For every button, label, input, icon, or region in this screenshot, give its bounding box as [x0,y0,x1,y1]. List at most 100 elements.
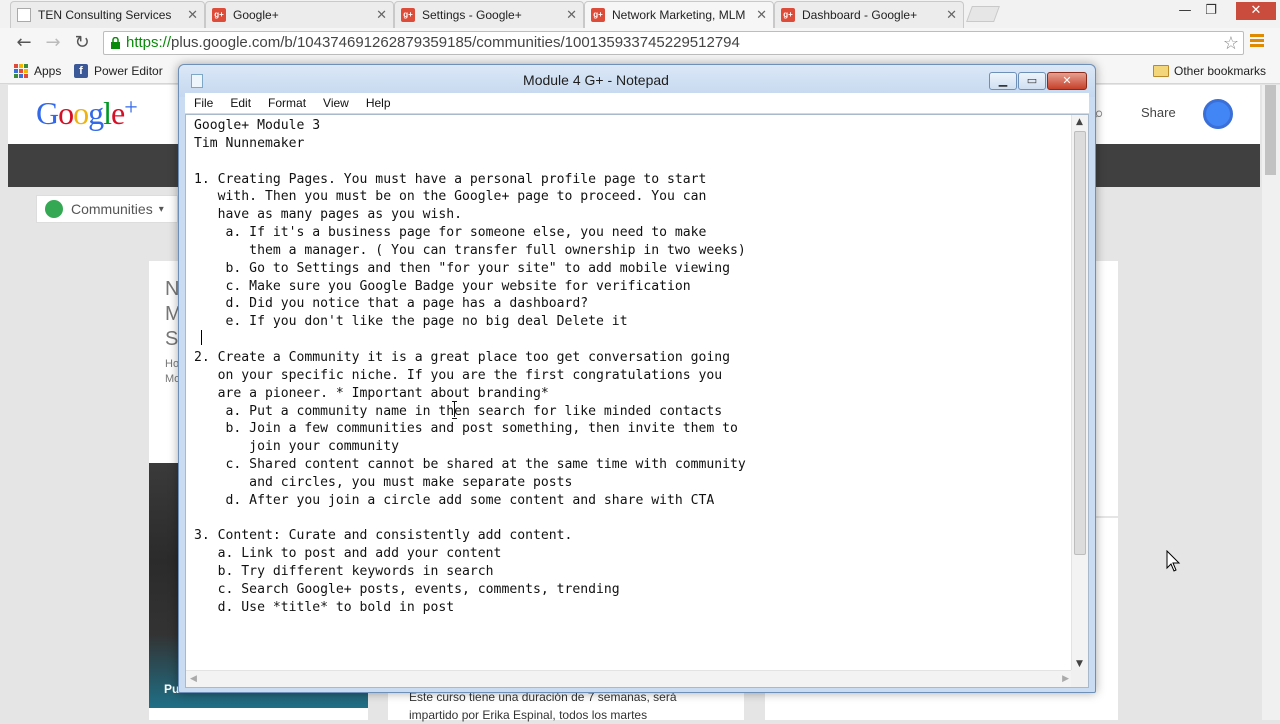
notepad-menu-bar: File Edit Format View Help [185,93,1089,113]
text-line: d. Did you notice that a page has a dash… [194,296,589,312]
scroll-up-icon[interactable]: ▲ [1076,117,1083,127]
text-line: 3. Content: Curate and consistently add … [194,528,573,544]
communities-label: Communities [71,201,153,217]
close-icon[interactable]: ✕ [376,7,387,23]
vertical-scrollbar[interactable]: ▲ ▼ [1071,115,1088,671]
maximize-button[interactable]: ▭ [1018,72,1046,90]
post-text-line: impartido por Erika Espinal, todos los m… [409,708,648,722]
scroll-right-icon[interactable]: ▶ [1062,674,1069,684]
text-line: d. After you join a circle add some cont… [194,492,715,508]
text-line: and circles, you must make separate post… [194,474,573,490]
tab-label: Settings - Google+ [422,8,522,22]
scroll-down-icon[interactable]: ▼ [1076,659,1083,669]
menu-format[interactable]: Format [268,96,306,110]
text-line: Tim Nunnemaker [194,135,305,151]
lock-icon [111,37,120,49]
menu-edit[interactable]: Edit [230,96,251,110]
tab-network-marketing[interactable]: g+ Network Marketing, MLM ✕ [584,1,774,28]
notifications-icon[interactable] [1203,99,1233,129]
text-line: c. Make sure you Google Badge your websi… [194,278,691,294]
chevron-down-icon: ▾ [158,203,164,215]
bookmark-star-icon[interactable]: ☆ [1223,32,1239,54]
reload-icon[interactable]: ↻ [71,32,93,54]
close-icon[interactable]: ✕ [566,7,577,23]
vertical-scrollbar-thumb[interactable] [1074,131,1086,555]
doc-icon [17,8,31,22]
apps-grid-icon [14,64,28,78]
restore-icon[interactable]: ❐ [1198,2,1224,20]
menu-view[interactable]: View [323,96,349,110]
close-icon[interactable]: ✕ [187,7,198,23]
forward-icon[interactable]: → [42,32,64,54]
text-line: Google+ Module 3 [194,118,321,133]
window-close-icon[interactable]: ✕ [1236,2,1276,20]
gplus-icon: g+ [212,8,226,22]
tab-label: Google+ [233,8,279,22]
google-plus-logo[interactable]: Google+ [36,95,138,132]
text-line: b. Join a few communities and post somet… [194,421,738,437]
bookmark-label: Power Editor [94,64,163,78]
text-line [194,153,1064,171]
post-text: Este curso tiene una duración de 7 seman… [409,688,729,724]
close-button[interactable]: ✕ [1047,72,1087,90]
back-icon[interactable]: ← [13,32,35,54]
close-icon[interactable]: ✕ [756,7,767,23]
text-line: have as many pages as you wish. [194,207,463,223]
bookmark-power-editor[interactable]: f Power Editor [74,62,163,80]
tab-settings-google-plus[interactable]: g+ Settings - Google+ ✕ [394,1,584,28]
tab-ten-consulting[interactable]: TEN Consulting Services ✕ [10,1,205,28]
tab-label: Network Marketing, MLM [612,8,746,22]
mouse-pointer-icon [1166,550,1181,572]
menu-file[interactable]: File [194,96,213,110]
address-bar[interactable]: https://plus.google.com/b/10437469126287… [103,31,1244,55]
menu-help[interactable]: Help [366,96,391,110]
page-scrollbar[interactable] [1262,85,1280,720]
tab-google-plus[interactable]: g+ Google+ ✕ [205,1,394,28]
gplus-icon: g+ [781,8,795,22]
text-line: 1. Creating Pages. You must have a perso… [194,171,707,187]
text-line: c. Shared content cannot be shared at th… [194,457,746,473]
community-title-fragment: S [165,328,179,350]
page-scrollbar-thumb[interactable] [1265,85,1276,175]
text-line: join your community [194,439,399,455]
notepad-window: Module 4 G+ - Notepad ▁ ▭ ✕ File Edit Fo… [178,64,1096,693]
tab-strip: TEN Consulting Services ✕ g+ Google+ ✕ g… [0,0,1280,28]
bookmark-apps[interactable]: Apps [14,62,61,80]
text-editor[interactable]: Google+ Module 3 Tim Nunnemaker 1. Creati… [185,114,1089,688]
text-line: 2. Create a Community it is a great plac… [194,349,731,365]
text-line: a. Put a community name in then search f… [194,403,723,419]
text-line: b. Go to Settings and then "for your sit… [194,260,731,276]
tab-dashboard-google-plus[interactable]: g+ Dashboard - Google+ ✕ [774,1,964,28]
url-protocol: https:// [126,34,172,51]
folder-icon [1153,65,1169,77]
chrome-menu-icon[interactable] [1250,34,1264,48]
text-line: a. If it's a business page for someone e… [194,225,707,241]
minimize-button[interactable]: ▁ [989,72,1017,90]
text-line: b. Try different keywords in search [194,564,494,580]
close-icon[interactable]: ✕ [946,7,957,23]
text-line: on your specific niche. If you are the f… [194,367,723,383]
text-line: a. Link to post and add your content [194,546,502,562]
text-line: e. If you don't like the page no big dea… [194,314,628,330]
url-text: plus.google.com/b/104374691262879359185/… [171,34,740,51]
minimize-icon[interactable]: — [1172,2,1198,20]
communities-dropdown[interactable]: Communities ▾ [36,195,178,223]
communities-icon [45,200,63,218]
text-line [194,331,1064,349]
horizontal-scrollbar[interactable]: ◀ ▶ [186,670,1073,687]
text-line: them a manager. ( You can transfer full … [194,242,746,258]
resize-grip-icon[interactable] [1071,670,1088,687]
share-button[interactable]: Share [1141,105,1176,120]
text-line: with. Then you must be on the Google+ pa… [194,189,707,205]
gplus-icon: g+ [591,8,605,22]
bookmark-other[interactable]: Other bookmarks [1153,62,1266,80]
new-tab-button[interactable] [966,6,1000,22]
document-text[interactable]: Google+ Module 3 Tim Nunnemaker 1. Creati… [194,117,1064,617]
facebook-icon: f [74,64,88,78]
scroll-left-icon[interactable]: ◀ [190,674,197,684]
window-title: Module 4 G+ - Notepad [523,72,669,88]
community-meta-fragment: Ho [165,358,180,370]
gplus-icon: g+ [401,8,415,22]
text-line: d. Use *title* to bold in post [194,599,455,615]
bookmark-label: Apps [34,64,62,78]
